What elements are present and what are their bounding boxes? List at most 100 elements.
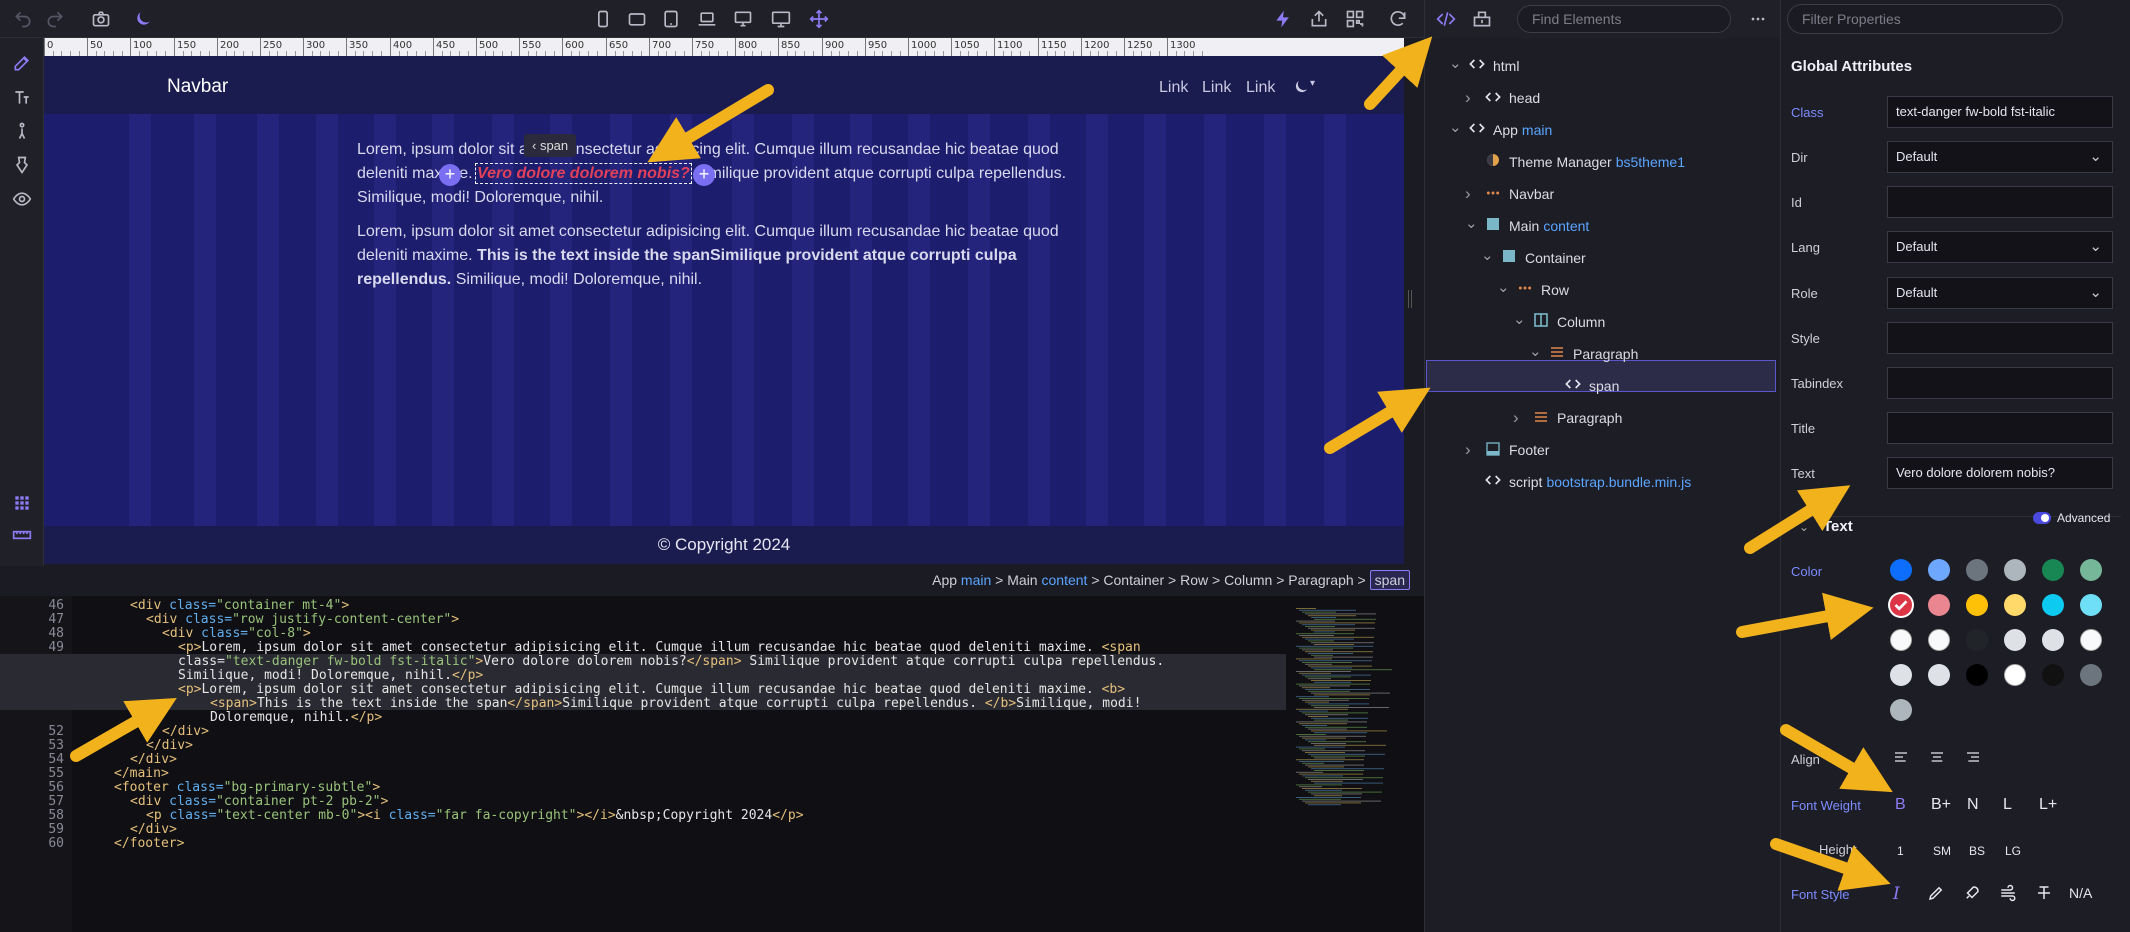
code-line[interactable]: <p>Lorem, ipsum dolor sit amet consectet… <box>178 682 1125 697</box>
color-swatch[interactable] <box>1966 559 1988 581</box>
code-line[interactable]: </main> <box>114 766 169 781</box>
prop-select-role[interactable]: Default ⌄ <box>1887 277 2113 309</box>
typography-icon[interactable] <box>9 84 35 110</box>
advanced-toggle[interactable] <box>2033 512 2051 524</box>
tree-node-paragraph[interactable]: ⌄ Paragraph <box>1529 343 1638 363</box>
eye-icon[interactable] <box>9 186 35 212</box>
font-weight-option-l-plus[interactable]: L+ <box>2039 796 2057 814</box>
tree-node-app[interactable]: ⌄ App main <box>1449 118 1552 139</box>
breadcrumb-item[interactable]: App main <box>932 572 991 588</box>
align-right-icon[interactable] <box>1965 749 1981 770</box>
tree-node-theme-manager[interactable]: Theme Manager bs5theme1 <box>1465 152 1685 171</box>
accessibility-icon[interactable] <box>9 118 35 144</box>
color-swatch[interactable] <box>1928 664 1950 686</box>
breadcrumb-item[interactable]: Container <box>1103 572 1164 588</box>
preview-paragraph-2[interactable]: Lorem, ipsum dolor sit amet consectetur … <box>357 220 1087 292</box>
camera-icon[interactable] <box>88 6 114 32</box>
element-chip[interactable]: ‹ span <box>524 134 577 157</box>
navbar-link[interactable]: Link <box>1159 79 1188 97</box>
prop-input-text[interactable]: Vero dolore dolorem nobis? <box>1887 457 2113 489</box>
pen-icon[interactable] <box>1927 884 1945 907</box>
desktop-icon[interactable] <box>730 6 756 32</box>
code-line[interactable]: Doloremque, nihil.</p> <box>210 710 382 725</box>
prop-input-title[interactable] <box>1887 412 2113 444</box>
chevron-down-icon[interactable]: ⌄ <box>1449 54 1462 72</box>
font-weight-option-n[interactable]: N <box>1967 796 1979 814</box>
line-height-option-1[interactable]: 1 <box>1897 844 1904 858</box>
code-line[interactable]: </footer> <box>114 836 184 851</box>
color-swatch[interactable] <box>2004 559 2026 581</box>
chevron-right-icon[interactable]: › <box>1465 440 1477 460</box>
component-icon[interactable] <box>1469 6 1495 32</box>
prop-select-dir[interactable]: Default ⌄ <box>1887 141 2113 173</box>
code-line[interactable]: </div> <box>162 724 209 739</box>
color-swatch[interactable] <box>1890 629 1912 651</box>
more-icon[interactable] <box>1745 6 1771 32</box>
prop-input-class[interactable]: text-danger fw-bold fst-italic <box>1887 96 2113 128</box>
edit-icon[interactable] <box>9 50 35 76</box>
color-swatch[interactable] <box>1890 699 1912 721</box>
breadcrumb-item[interactable]: Main content <box>1007 572 1087 588</box>
code-line[interactable]: <p>Lorem, ipsum dolor sit amet consectet… <box>178 640 1141 655</box>
breadcrumb-item[interactable]: Paragraph <box>1288 572 1353 588</box>
prop-input-tabindex[interactable] <box>1887 367 2113 399</box>
monitor-icon[interactable] <box>768 6 794 32</box>
code-line[interactable]: <span>This is the text inside the span</… <box>210 696 1141 711</box>
code-line[interactable]: </div> <box>130 822 177 837</box>
redo-icon[interactable] <box>42 6 68 32</box>
tablet-landscape-icon[interactable] <box>624 6 650 32</box>
color-swatch[interactable] <box>1890 594 1912 616</box>
chevron-right-icon[interactable]: › <box>1465 184 1477 204</box>
color-swatch[interactable] <box>1928 559 1950 581</box>
color-swatch[interactable] <box>2004 664 2026 686</box>
code-editor[interactable]: 464748495051525354555657585960 <div clas… <box>0 596 1424 932</box>
breadcrumb-item[interactable]: Column <box>1224 572 1272 588</box>
move-icon[interactable] <box>806 6 832 32</box>
color-swatch[interactable] <box>1966 629 1988 651</box>
tree-node-column[interactable]: ⌄ Column <box>1513 311 1605 331</box>
tree-node-navbar[interactable]: › Navbar <box>1465 184 1554 204</box>
color-swatch[interactable] <box>1928 629 1950 651</box>
line-height-option-lg[interactable]: LG <box>2005 844 2021 858</box>
chevron-down-icon[interactable]: ⌄ <box>1465 214 1478 232</box>
chevron-down-icon[interactable]: ⌄ <box>1449 118 1462 136</box>
mobile-icon[interactable] <box>590 6 616 32</box>
filter-properties-input[interactable]: Filter Properties <box>1787 4 2063 34</box>
code-line[interactable]: <div class="container pt-2 pb-2"> <box>130 794 388 809</box>
design-canvas[interactable]: Navbar Link Link Link ▾ Lorem, ipsum dol… <box>44 56 1404 564</box>
font-weight-option-l[interactable]: L <box>2003 796 2012 814</box>
grid-icon[interactable] <box>9 490 35 516</box>
tree-node-head[interactable]: › head <box>1465 88 1540 108</box>
navbar-link[interactable]: Link <box>1202 79 1231 97</box>
navbar-brand[interactable]: Navbar <box>167 76 228 98</box>
chevron-down-icon[interactable]: ⌄ <box>1497 278 1510 296</box>
insert-after-plus-icon[interactable]: + <box>693 164 715 186</box>
undo-icon[interactable] <box>10 6 36 32</box>
qr-icon[interactable] <box>1342 6 1368 32</box>
collapse-icon[interactable]: ⌄ <box>1799 520 1809 534</box>
share-icon[interactable] <box>1306 6 1332 32</box>
code-line[interactable]: </div> <box>146 738 193 753</box>
tree-node-script[interactable]: script bootstrap.bundle.min.js <box>1465 472 1691 491</box>
align-left-icon[interactable] <box>1893 749 1909 770</box>
lightning-icon[interactable] <box>1270 6 1296 32</box>
code-line[interactable]: </div> <box>130 752 177 767</box>
tree-node-container[interactable]: ⌄ Container <box>1481 247 1586 267</box>
code-minimap[interactable] <box>1296 600 1416 930</box>
color-swatch[interactable] <box>2080 664 2102 686</box>
preview-footer[interactable]: © Copyright 2024 <box>44 526 1404 564</box>
color-swatch[interactable] <box>2004 629 2026 651</box>
navbar-link[interactable]: Link <box>1246 79 1275 97</box>
strikethrough-icon[interactable] <box>2035 884 2053 907</box>
align-center-icon[interactable] <box>1929 749 1945 770</box>
rocket-icon[interactable] <box>1963 884 1981 907</box>
tree-node-footer[interactable]: › Footer <box>1465 440 1549 460</box>
tree-node-main[interactable]: ⌄ Main content <box>1465 214 1589 235</box>
code-line[interactable]: <footer class="bg-primary-subtle"> <box>114 780 380 795</box>
color-swatch[interactable] <box>2042 559 2064 581</box>
ruler-icon[interactable] <box>9 522 35 548</box>
moon-icon[interactable] <box>130 6 156 32</box>
code-line[interactable]: class="text-danger fw-bold fst-italic">V… <box>178 654 1164 669</box>
italic-icon[interactable]: I <box>1893 884 1900 904</box>
prop-input-style[interactable] <box>1887 322 2113 354</box>
